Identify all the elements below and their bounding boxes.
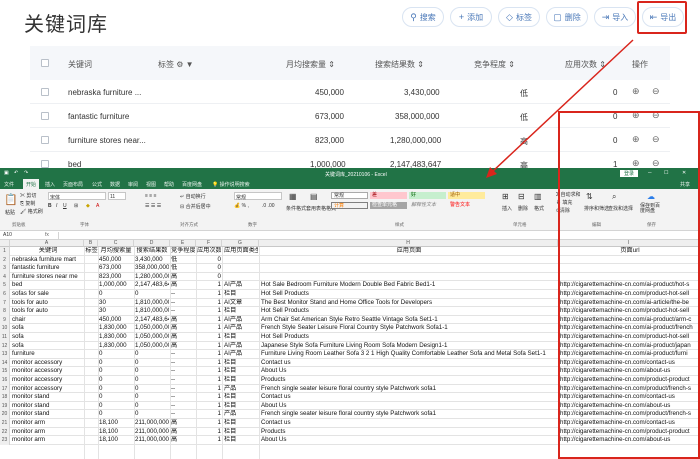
arrow-line [491,39,634,173]
annotation-arrow [486,39,634,178]
